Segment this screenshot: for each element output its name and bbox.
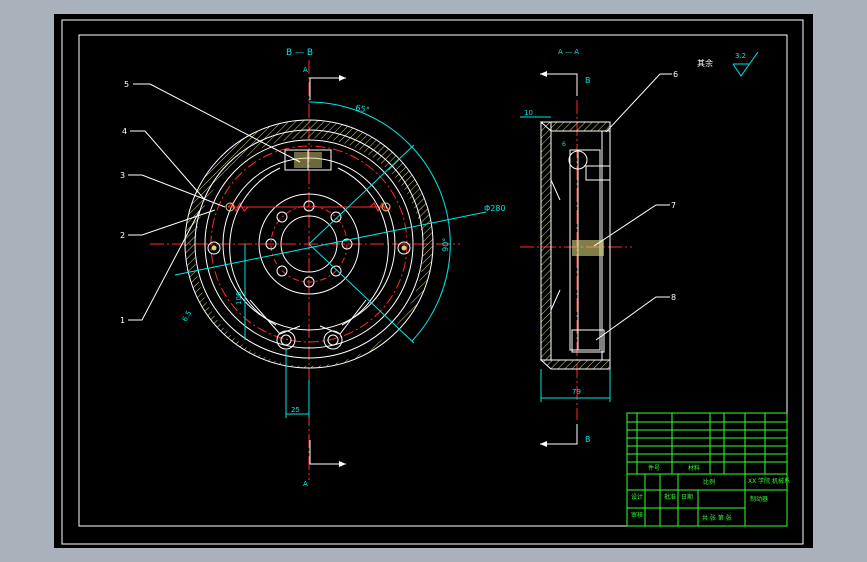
cad-drawing-sheet: B — B A A 65° 90° Φ280 106 25 6.5 5 4 3 …	[54, 14, 813, 548]
callout-1: 1	[120, 316, 125, 325]
dim-10: 10	[524, 109, 533, 117]
callout-3: 3	[120, 171, 125, 180]
bb-section-title: B — B	[286, 48, 313, 58]
tb-check: 审核	[631, 511, 643, 519]
cut-b-bottom-label: B	[585, 435, 591, 444]
aa-section-title: A — A	[558, 48, 579, 56]
dim-diameter: Φ280	[484, 204, 506, 213]
surface-note: 其余	[697, 58, 713, 68]
dim-106: 106	[235, 291, 243, 305]
tb-date: 日期	[681, 493, 693, 501]
cut-a-top-label: A	[303, 66, 308, 74]
side-pin-right-core	[401, 245, 407, 251]
tb-school: XX 学院 机械系	[748, 477, 790, 485]
tb-scale-label: 比例	[703, 478, 715, 486]
callout-4: 4	[122, 127, 127, 136]
callout-5: 5	[124, 80, 129, 89]
callout-6: 6	[673, 70, 678, 79]
drum-side-wall	[540, 121, 552, 361]
tb-material-label: 材料	[688, 464, 700, 472]
callout-2: 2	[120, 231, 125, 240]
dim-25: 25	[291, 406, 300, 414]
tb-approve: 批准	[664, 493, 676, 501]
roughness-value: 3.2	[735, 52, 746, 60]
tb-drawing-title: 制动器	[750, 495, 768, 503]
tb-quantity-label: 件号	[648, 464, 660, 472]
dim-79: 79	[572, 388, 581, 396]
tb-sheet-label: 共 张 第 张	[702, 514, 732, 522]
cut-b-top-label: B	[585, 76, 591, 85]
callout-7: 7	[671, 201, 676, 210]
tb-design: 设计	[631, 493, 643, 501]
drum-side-rim-top	[539, 121, 611, 132]
drum-side-rim-bottom	[539, 359, 611, 370]
side-pin-left-core	[211, 245, 217, 251]
callout-8: 8	[671, 293, 676, 302]
dim-6: 6	[562, 141, 566, 148]
dim-angle-90: 90°	[441, 238, 450, 252]
cut-a-bottom-label: A	[303, 480, 308, 488]
